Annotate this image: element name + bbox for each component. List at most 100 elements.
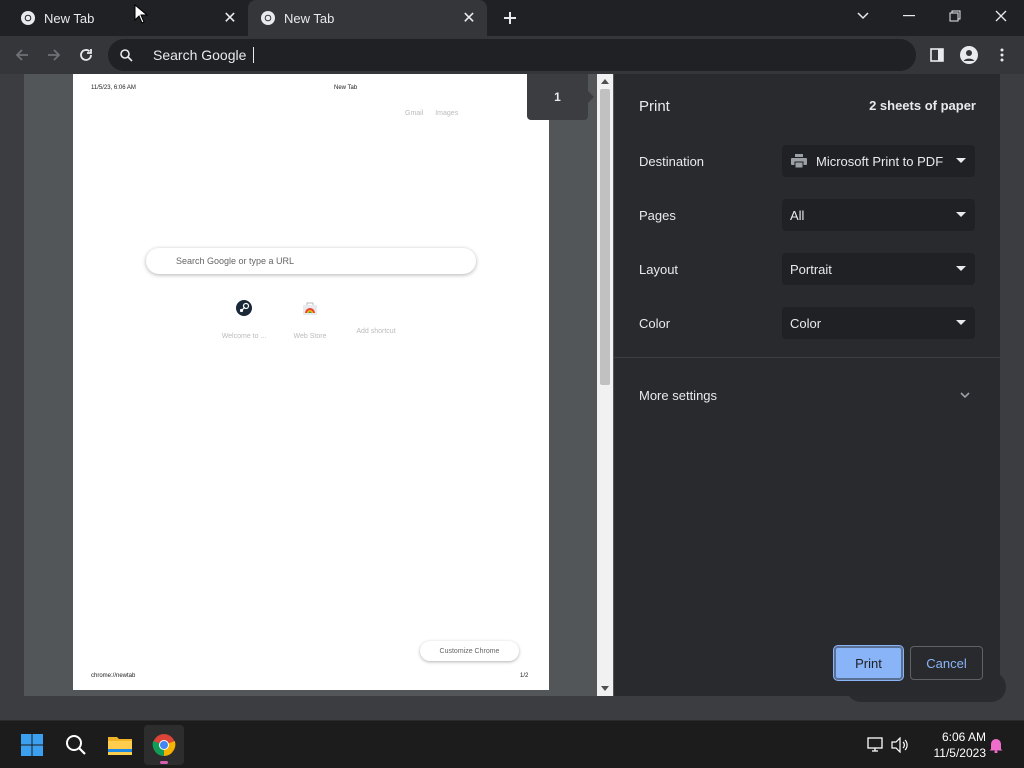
chrome-taskbar-button[interactable]: [144, 725, 184, 765]
pages-value: All: [790, 207, 805, 223]
tab-new-tab-1[interactable]: New Tab ✕: [0, 0, 248, 36]
preview-shortcut: Web Store: [275, 294, 345, 340]
side-panel-icon: [930, 48, 944, 62]
side-panel-button[interactable]: [924, 42, 950, 68]
start-button[interactable]: [12, 725, 52, 765]
network-tray-button[interactable]: [866, 735, 886, 755]
forward-arrow-icon: [48, 49, 61, 61]
taskbar: 6:06 AM 11/5/2023: [0, 720, 1024, 768]
menu-button[interactable]: [989, 42, 1015, 68]
preview-gmail-link: Gmail: [405, 110, 424, 117]
reload-icon: [80, 49, 92, 61]
destination-value: Microsoft Print to PDF: [816, 153, 944, 169]
plus-icon: [504, 12, 516, 24]
notifications-button[interactable]: [986, 735, 1006, 755]
volume-tray-button[interactable]: [890, 735, 910, 755]
more-settings-toggle[interactable]: More settings: [614, 378, 1000, 414]
destination-label: Destination: [639, 154, 705, 169]
chrome-icon: [261, 11, 275, 25]
destination-select[interactable]: Microsoft Print to PDF: [782, 145, 975, 177]
add-shortcut-icon: [368, 300, 384, 316]
speaker-icon: [891, 737, 908, 753]
profile-icon: [960, 46, 978, 64]
close-tab-icon[interactable]: ✕: [220, 8, 240, 28]
dropdown-arrow-icon: [956, 158, 966, 163]
printer-icon: [790, 152, 808, 170]
back-arrow-icon: [15, 49, 28, 61]
preview-customize-label: Customize Chrome: [439, 647, 500, 655]
color-select[interactable]: Color: [782, 307, 975, 339]
chevron-down-icon: [960, 392, 970, 399]
layout-label: Layout: [639, 262, 679, 277]
dropdown-arrow-icon: [956, 266, 966, 271]
profile-button[interactable]: [956, 42, 982, 68]
tab-search-button[interactable]: [849, 4, 877, 28]
dropdown-arrow-icon: [956, 320, 966, 325]
shortcut-label: Web Store: [293, 333, 327, 340]
clock-time: 6:06 AM: [941, 730, 986, 744]
close-window-button[interactable]: [987, 4, 1015, 28]
print-button[interactable]: Print: [834, 646, 903, 680]
active-app-indicator: [160, 761, 168, 764]
preview-customize-chrome: Customize Chrome: [420, 641, 519, 661]
close-icon: [995, 10, 1007, 22]
pages-select[interactable]: All: [782, 199, 975, 231]
more-vert-icon: [1000, 48, 1004, 62]
network-icon: [867, 737, 883, 752]
scroll-down-arrow[interactable]: [601, 686, 609, 691]
print-title: Print: [639, 98, 670, 115]
tab-title: New Tab: [44, 10, 95, 26]
tab-strip: New Tab ✕ New Tab ✕: [0, 0, 1024, 36]
windows-start-icon: [21, 734, 43, 756]
restore-icon: [949, 10, 961, 22]
sheet-count: 2 sheets of paper: [869, 98, 976, 113]
print-settings-panel: Print 2 sheets of paper Destination Micr…: [614, 74, 1000, 696]
webstore-icon: [303, 302, 317, 315]
preview-header-date: 11/5/23, 6:06 AM: [91, 85, 136, 91]
more-settings-label: More settings: [639, 388, 718, 403]
address-bar-text: Search Google: [153, 47, 247, 63]
preview-scrollbar[interactable]: [597, 74, 613, 696]
file-explorer-icon: [108, 737, 132, 755]
mouse-cursor-icon: [134, 4, 148, 24]
chrome-icon: [152, 734, 176, 756]
close-tab-icon[interactable]: ✕: [459, 8, 479, 28]
restore-button[interactable]: [941, 4, 969, 28]
dropdown-arrow-icon: [956, 212, 966, 217]
layout-select[interactable]: Portrait: [782, 253, 975, 285]
preview-shortcut: Welcome to ...: [209, 294, 279, 340]
browser-toolbar: Search Google: [0, 36, 1024, 74]
minimize-button[interactable]: [895, 4, 923, 28]
color-value: Color: [790, 315, 822, 331]
preview-search-box: Search Google or type a URL: [146, 248, 476, 274]
search-icon: [66, 735, 86, 755]
shortcut-label: Add shortcut: [356, 328, 396, 335]
text-caret: [253, 47, 255, 63]
chevron-down-icon: [857, 12, 869, 20]
layout-value: Portrait: [790, 261, 832, 277]
print-dialog: 11/5/23, 6:06 AM New Tab Gmail Images Se…: [24, 74, 1000, 696]
new-tab-button[interactable]: [498, 6, 522, 30]
preview-search-placeholder: Search Google or type a URL: [176, 256, 295, 266]
taskbar-clock[interactable]: 6:06 AM 11/5/2023: [916, 729, 987, 761]
preview-header-title: New Tab: [334, 85, 358, 91]
search-icon: [118, 47, 134, 63]
preview-page: 11/5/23, 6:06 AM New Tab Gmail Images Se…: [73, 74, 549, 690]
scroll-up-arrow[interactable]: [601, 79, 609, 84]
taskbar-search-button[interactable]: [56, 725, 96, 765]
file-explorer-button[interactable]: [100, 725, 140, 765]
clock-date: 11/5/2023: [933, 746, 987, 760]
forward-button[interactable]: [41, 42, 67, 68]
chrome-icon: [21, 11, 35, 25]
shortcut-label: Welcome to ...: [221, 333, 267, 340]
color-label: Color: [639, 316, 671, 331]
bell-icon: [989, 739, 1003, 753]
address-bar[interactable]: Search Google: [108, 39, 916, 71]
reload-button[interactable]: [73, 42, 99, 68]
tab-new-tab-2[interactable]: New Tab ✕: [248, 0, 487, 36]
scrollbar-thumb[interactable]: [600, 89, 610, 385]
preview-footer-url: chrome://newtab: [91, 673, 136, 679]
cancel-button[interactable]: Cancel: [910, 646, 983, 680]
back-button[interactable]: [9, 42, 35, 68]
preview-top-links: Gmail Images: [405, 110, 468, 117]
